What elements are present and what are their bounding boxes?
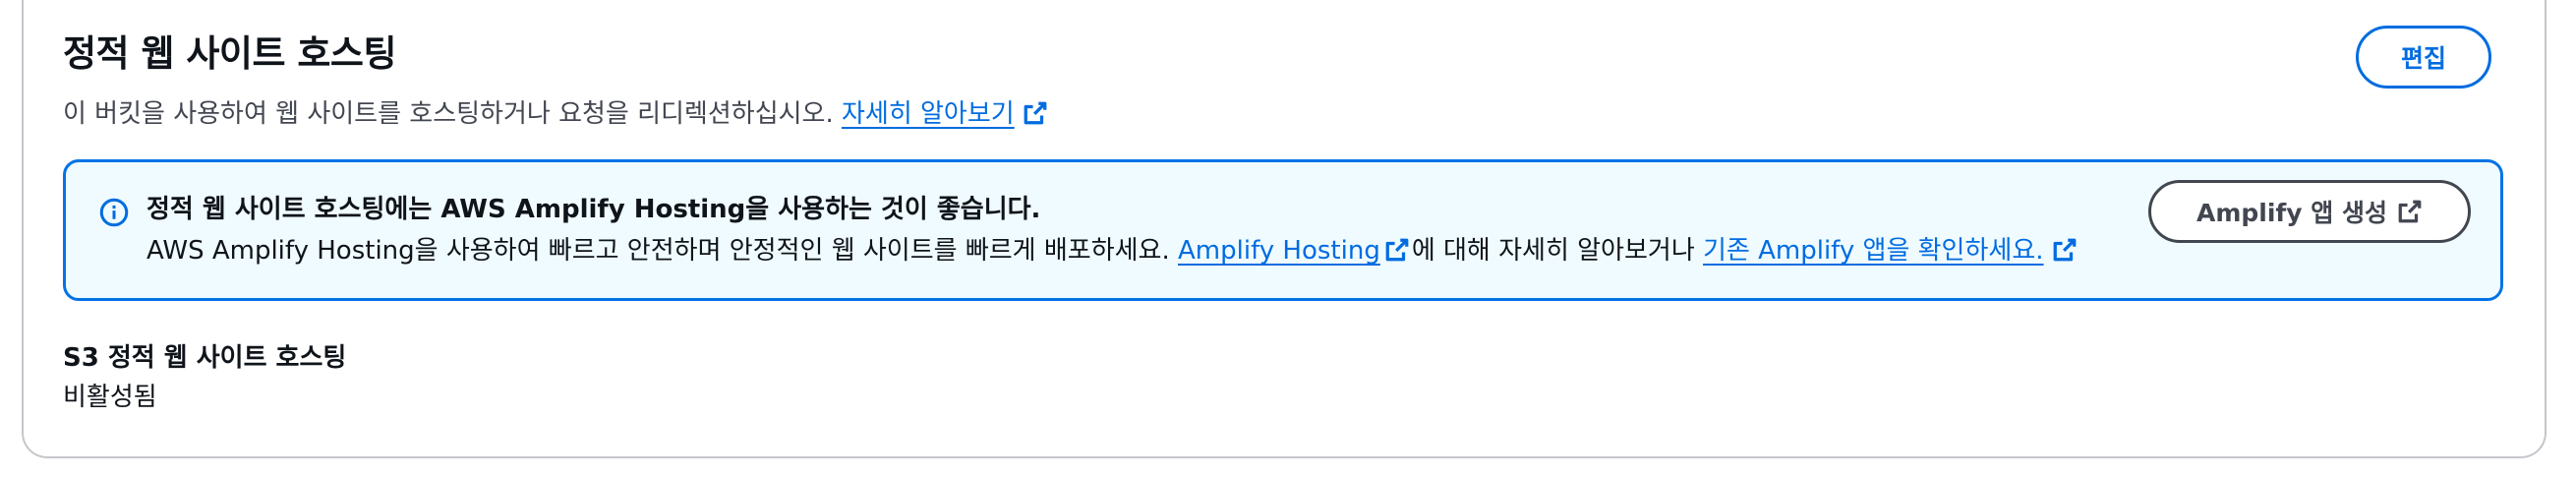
existing-amplify-apps-label: 기존 Amplify 앱을 확인하세요.: [1703, 236, 2044, 266]
amplify-info-alert: 정적 웹 사이트 호스팅에는 AWS Amplify Hosting을 사용하는…: [63, 159, 2503, 301]
alert-body-prefix: AWS Amplify Hosting을 사용하여 빠르고 안전하며 안정적인 …: [146, 236, 1170, 266]
panel-title: 정적 웹 사이트 호스팅: [63, 32, 397, 75]
learn-more-label: 자세히 알아보기: [841, 99, 1015, 129]
create-amplify-app-button[interactable]: Amplify 앱 생성: [2148, 180, 2471, 243]
create-amplify-app-label: Amplify 앱 생성: [2195, 199, 2387, 227]
external-link-icon[interactable]: [1023, 98, 1048, 138]
amplify-hosting-link[interactable]: Amplify Hosting: [1178, 236, 1380, 266]
edit-button[interactable]: 편집: [2356, 26, 2491, 89]
external-link-icon[interactable]: [1384, 235, 1410, 274]
panel-description: 이 버킷을 사용하여 웹 사이트를 호스팅하거나 요청을 리디렉션하십시오. 자…: [63, 94, 1048, 138]
info-icon: [99, 198, 129, 231]
alert-heading: 정적 웹 사이트 호스팅에는 AWS Amplify Hosting을 사용하는…: [146, 195, 1041, 224]
learn-more-link[interactable]: 자세히 알아보기: [842, 99, 1015, 129]
description-text: 이 버킷을 사용하여 웹 사이트를 호스팅하거나 요청을 리디렉션하십시오.: [63, 99, 834, 129]
amplify-hosting-label: Amplify Hosting: [1178, 236, 1380, 266]
existing-amplify-apps-link[interactable]: 기존 Amplify 앱을 확인하세요.: [1703, 236, 2044, 266]
alert-body: AWS Amplify Hosting을 사용하여 빠르고 안전하며 안정적인 …: [146, 231, 2078, 274]
alert-body-middle: 에 대해 자세히 알아보거나: [1411, 236, 1695, 266]
external-link-icon[interactable]: [2052, 235, 2078, 274]
hosting-status-value: 비활성됨: [63, 383, 157, 412]
hosting-status-label: S3 정적 웹 사이트 호스팅: [63, 343, 347, 373]
external-link-icon: [2397, 199, 2423, 224]
